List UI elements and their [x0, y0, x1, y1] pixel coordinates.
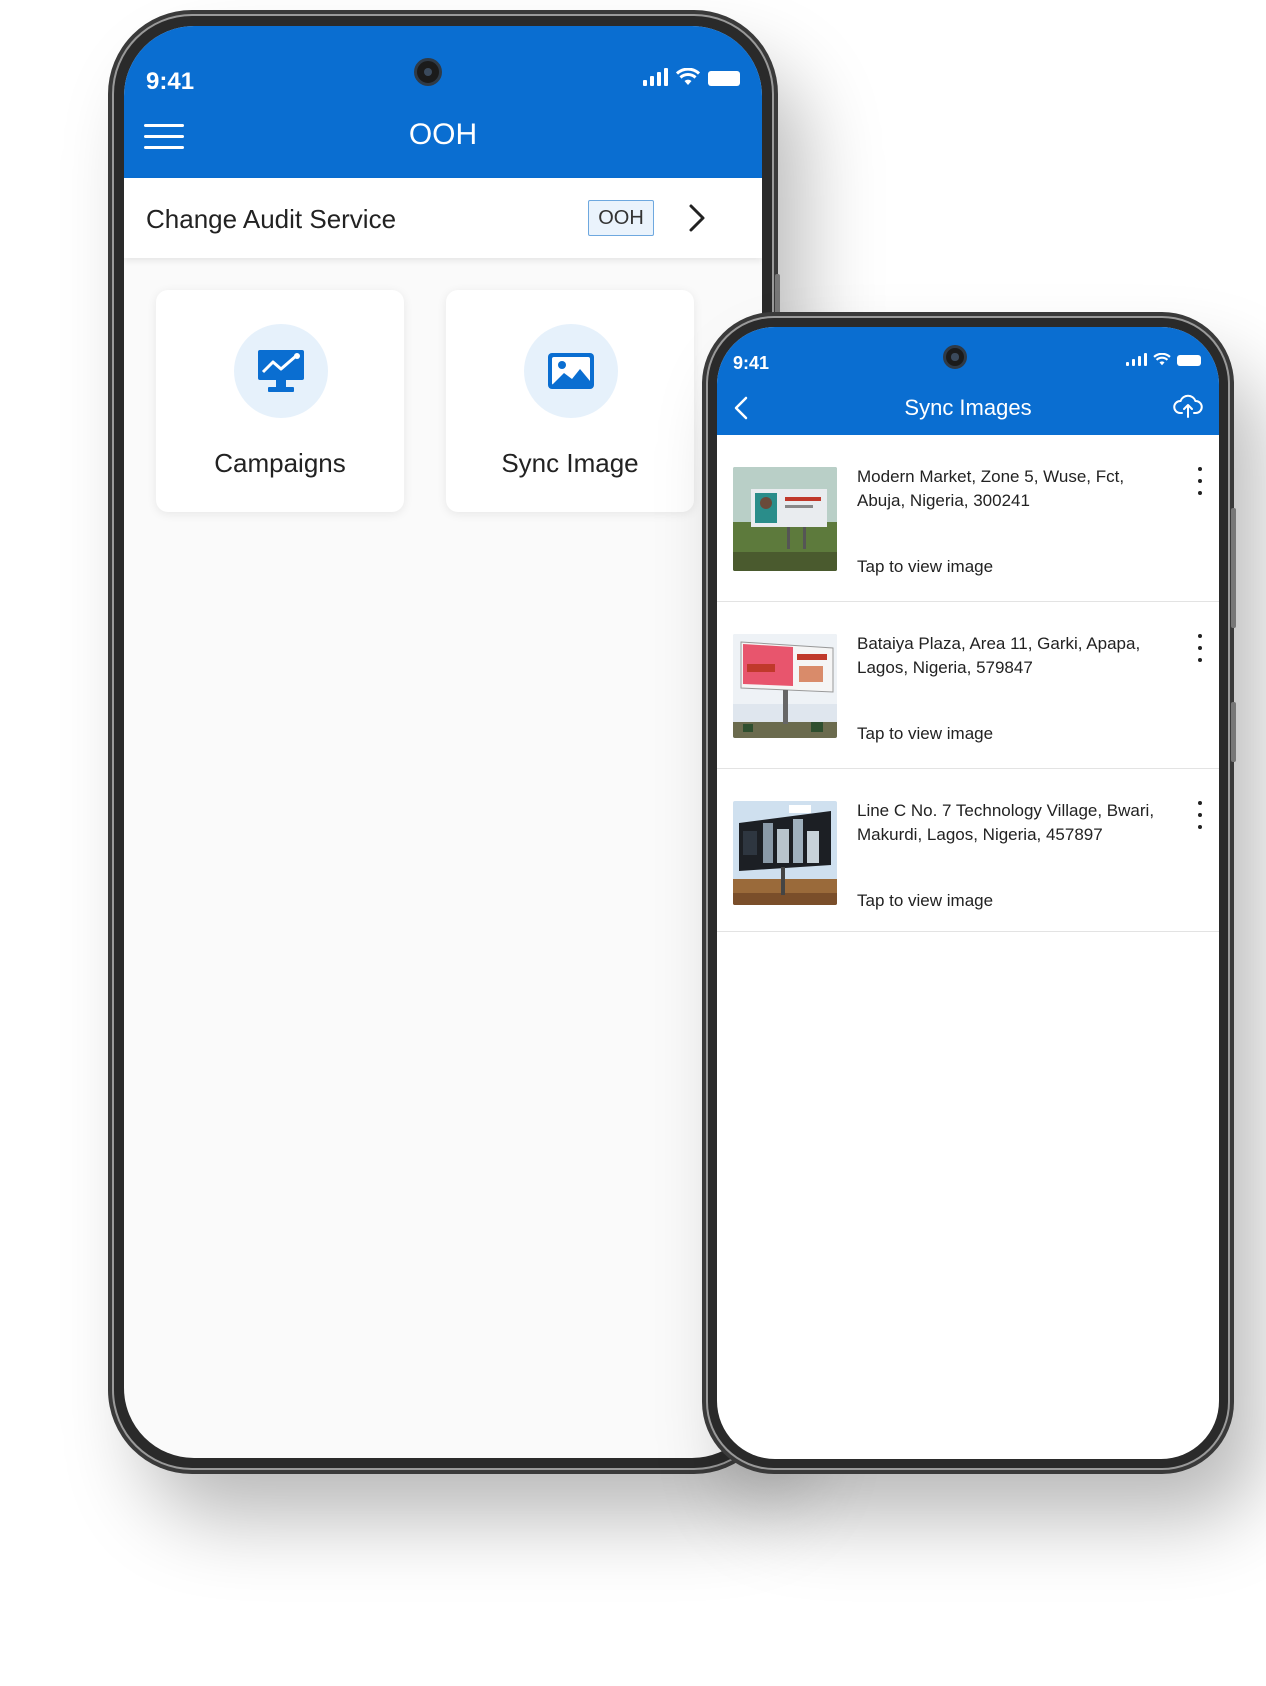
item-address: Line C No. 7 Technology Village, Bwari, …	[857, 801, 1155, 844]
item-address: Bataiya Plaza, Area 11, Garki, Apapa, La…	[857, 634, 1141, 677]
page-title: OOH	[408, 118, 478, 151]
page-title: Sync Images	[904, 395, 1032, 420]
battery-icon	[708, 71, 740, 86]
sync-image-label: Sync Image	[501, 448, 639, 478]
more-options-icon[interactable]	[1195, 634, 1205, 662]
phone-main: 9:41 OOH Change Audit Service OOH Campai…	[114, 16, 780, 1468]
signal-icon	[643, 68, 668, 86]
front-camera	[943, 345, 967, 369]
monitor-chart-icon	[258, 350, 304, 392]
audit-row-label: Change Audit Service	[146, 204, 397, 234]
tap-to-view-link[interactable]: Tap to view image	[857, 724, 993, 744]
phone-sync-images: 9:41 Sync Images Modern Market, Zone 5, …	[708, 318, 1236, 1468]
item-address: Modern Market, Zone 5, Wuse, Fct, Abuja,…	[857, 467, 1125, 510]
list-item[interactable]: Bataiya Plaza, Area 11, Garki, Apapa, La…	[717, 602, 1219, 769]
sync-app-bar: 9:41 Sync Images	[717, 327, 1219, 435]
cloud-upload-icon[interactable]	[1173, 391, 1203, 421]
status-icons	[643, 68, 740, 86]
status-time: 9:41	[733, 353, 770, 373]
billboard-thumbnail	[733, 467, 837, 571]
list-item[interactable]: Line C No. 7 Technology Village, Bwari, …	[717, 769, 1219, 932]
more-options-icon[interactable]	[1195, 467, 1205, 495]
status-time: 9:41	[146, 68, 195, 95]
chevron-right-icon[interactable]	[682, 202, 712, 234]
app-bar: 9:41 OOH	[124, 26, 762, 178]
sync-image-card[interactable]: Sync Image	[446, 290, 694, 512]
image-icon	[548, 353, 594, 389]
wifi-icon	[676, 68, 700, 85]
sync-image-list: Modern Market, Zone 5, Wuse, Fct, Abuja,…	[717, 435, 1219, 932]
wifi-icon	[1153, 353, 1171, 366]
sync-image-icon-circle	[524, 324, 618, 418]
tap-to-view-link[interactable]: Tap to view image	[857, 891, 993, 911]
campaigns-label: Campaigns	[214, 448, 346, 478]
change-audit-service-row[interactable]: Change Audit Service OOH	[124, 178, 762, 258]
billboard-thumbnail	[733, 801, 837, 905]
front-camera	[414, 58, 442, 86]
volume-button	[1231, 508, 1236, 628]
sync-screen: 9:41 Sync Images Modern Market, Zone 5, …	[717, 327, 1219, 1459]
main-screen: 9:41 OOH Change Audit Service OOH Campai…	[124, 26, 762, 1458]
battery-icon	[1177, 355, 1201, 366]
power-button	[1231, 702, 1236, 762]
more-options-icon[interactable]	[1195, 801, 1205, 829]
list-item[interactable]: Modern Market, Zone 5, Wuse, Fct, Abuja,…	[717, 435, 1219, 602]
tap-to-view-link[interactable]: Tap to view image	[857, 557, 993, 577]
status-icons	[1126, 353, 1201, 366]
signal-icon	[1126, 353, 1147, 366]
campaigns-icon-circle	[234, 324, 328, 418]
billboard-thumbnail	[733, 634, 837, 738]
audit-service-badge: OOH	[588, 200, 654, 236]
campaigns-card[interactable]: Campaigns	[156, 290, 404, 512]
